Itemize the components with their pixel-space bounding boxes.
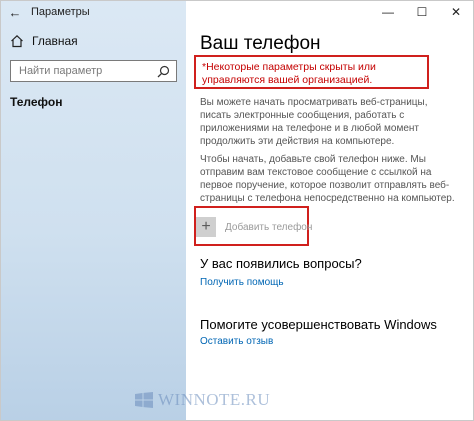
window-controls: — ☐ ✕ xyxy=(371,1,473,23)
page-title: Ваш телефон xyxy=(200,33,321,54)
search-box[interactable] xyxy=(10,60,177,82)
description-paragraph: Вы можете начать просматривать веб-стран… xyxy=(200,97,428,147)
add-phone-button[interactable]: + Добавить телефон xyxy=(196,217,312,237)
minimize-button[interactable]: — xyxy=(371,1,405,23)
sidebar-item-label: Главная xyxy=(32,34,78,48)
watermark: WINNOTE.RU xyxy=(135,390,270,410)
titlebar: ← Параметры xyxy=(1,1,186,23)
plus-icon: + xyxy=(196,217,216,237)
settings-window: ← Параметры Главная Телефон — ☐ ✕ Ваш те… xyxy=(0,0,474,421)
instructions-paragraph: Чтобы начать, добавьте свой телефон ниже… xyxy=(200,154,455,204)
get-help-link[interactable]: Получить помощь xyxy=(200,277,284,288)
home-icon xyxy=(11,34,23,48)
improve-windows-heading: Помогите усовершенствовать Windows xyxy=(200,317,437,332)
add-phone-label: Добавить телефон xyxy=(225,221,313,233)
watermark-text: WINNOTE.RU xyxy=(158,390,271,409)
main-content: Ваш телефон *Некоторые параметры скрыты … xyxy=(186,23,473,420)
sidebar: ← Параметры Главная Телефон xyxy=(1,1,186,420)
sidebar-item-home[interactable]: Главная xyxy=(10,34,78,48)
questions-heading: У вас появились вопросы? xyxy=(200,256,362,271)
give-feedback-link[interactable]: Оставить отзыв xyxy=(200,336,273,347)
sidebar-item-phone[interactable]: Телефон xyxy=(10,95,62,109)
back-button[interactable]: ← xyxy=(1,1,29,23)
maximize-button[interactable]: ☐ xyxy=(405,1,439,23)
search-input[interactable] xyxy=(17,61,157,81)
managed-notice: *Некоторые параметры скрыты или управляю… xyxy=(194,55,429,89)
window-title: Параметры xyxy=(31,6,90,18)
close-button[interactable]: ✕ xyxy=(439,1,473,23)
windows-logo-icon xyxy=(135,392,153,408)
back-arrow-icon: ← xyxy=(8,4,22,20)
search-icon[interactable] xyxy=(157,65,170,78)
